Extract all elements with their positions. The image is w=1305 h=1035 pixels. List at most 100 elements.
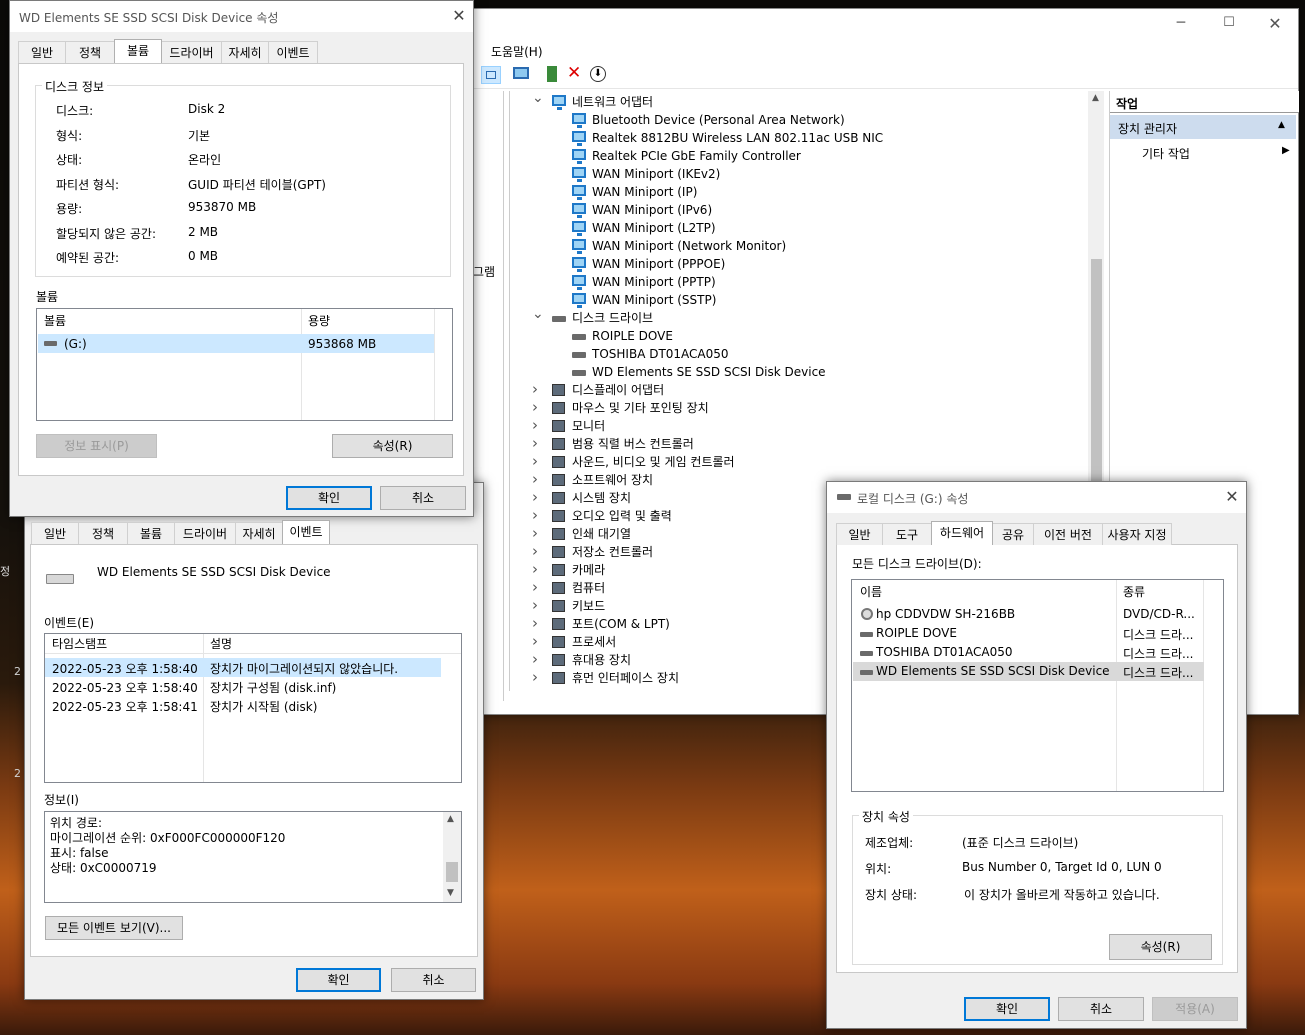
tree-item[interactable]: TOSHIBA DT01ACA050 [510,345,1080,363]
ok-button[interactable]: 확인 [286,486,372,510]
event-row[interactable]: 2022-05-23 오후 1:58:40 장치가 구성됨 (disk.inf) [45,677,441,696]
expand-chevron-icon[interactable]: › [532,614,538,632]
tree-item[interactable]: › 모니터 [510,416,1080,435]
tree-item[interactable]: › 디스플레이 어댑터 [510,380,1080,399]
maximize-icon[interactable]: ☐ [1219,15,1239,33]
drive-row[interactable]: TOSHIBA DT01ACA050 디스크 드라... [853,643,1204,662]
drive-row[interactable]: hp CDDVDW SH-216BB DVD/CD-R... [853,605,1204,624]
tree-item[interactable]: ⌄ 디스크 드라이브 [510,306,1080,327]
tab-2[interactable]: 하드웨어 [931,521,993,545]
uninstall-icon[interactable]: ✕ [567,63,581,83]
tree-item[interactable]: WAN Miniport (Network Monitor) [510,237,1080,255]
col-volume[interactable]: 볼륨 [44,314,66,328]
tab-4[interactable]: 자세히 [221,41,269,63]
tab-0[interactable]: 일반 [836,523,883,545]
expand-chevron-icon[interactable]: › [532,542,538,560]
expand-chevron-icon[interactable]: › [532,416,538,434]
info-textbox[interactable]: 위치 경로: 마이그레이션 순위: 0xF000FC000000F120 표시: f… [44,811,462,903]
scroll-down-icon[interactable]: ▼ [447,888,454,898]
expand-chevron-icon[interactable]: › [532,650,538,668]
ok-button[interactable]: 확인 [964,997,1050,1021]
tree-item[interactable]: WAN Miniport (IPv6) [510,201,1080,219]
tab-3[interactable]: 공유 [992,523,1034,545]
expand-chevron-icon[interactable]: › [532,488,538,506]
tab-5[interactable]: 이벤트 [282,520,330,544]
tab-1[interactable]: 도구 [882,523,932,545]
menu-help[interactable]: 도움말(H) [491,43,543,60]
ok-button[interactable]: 확인 [296,968,381,992]
tree-item[interactable]: WAN Miniport (PPPOE) [510,255,1080,273]
col-time[interactable]: 타임스탬프 [52,637,107,651]
tab-4[interactable]: 이전 버전 [1033,523,1103,545]
info-scrollbar[interactable]: ▲ ▼ [443,812,461,902]
tree-item[interactable]: WAN Miniport (IP) [510,183,1080,201]
tab-1[interactable]: 정책 [78,522,128,544]
tree-item[interactable]: WAN Miniport (SSTP) [510,291,1080,309]
actions-item-more[interactable]: 기타 작업 ▶ [1110,141,1296,163]
drive-row[interactable]: ROIPLE DOVE 디스크 드라... [853,624,1204,643]
tree-item[interactable]: WD Elements SE SSD SCSI Disk Device [510,363,1080,381]
tree-item[interactable]: WAN Miniport (IKEv2) [510,165,1080,183]
monitor-icon[interactable] [513,67,529,79]
expand-chevron-icon[interactable]: ⌄ [532,91,544,107]
tree-item[interactable]: WAN Miniport (L2TP) [510,219,1080,237]
close-icon[interactable]: ✕ [450,6,468,26]
col-name[interactable]: 이름 [860,585,882,599]
cancel-button[interactable]: 취소 [380,486,466,510]
properties-button[interactable]: 속성(R) [1109,934,1212,960]
tab-3[interactable]: 드라이버 [174,522,236,544]
download-icon[interactable]: ⬇ [590,66,606,82]
expand-chevron-icon[interactable]: ⌄ [532,305,544,323]
tab-1[interactable]: 정책 [65,41,115,63]
expand-chevron-icon[interactable]: › [532,596,538,614]
view-icon[interactable] [481,66,501,84]
tree-item[interactable]: Bluetooth Device (Personal Area Network) [510,111,1080,129]
tab-0[interactable]: 일반 [31,522,79,544]
event-row[interactable]: 2022-05-23 오후 1:58:41 장치가 시작됨 (disk) [45,696,441,715]
tree-item[interactable]: ROIPLE DOVE [510,327,1080,345]
show-info-button[interactable]: 정보 표시(P) [36,434,157,458]
expand-chevron-icon[interactable]: › [532,524,538,542]
close-icon[interactable]: ✕ [1265,14,1285,34]
tab-5[interactable]: 사용자 지정 [1102,523,1172,545]
expand-chevron-icon[interactable]: › [532,668,538,686]
event-row[interactable]: 2022-05-23 오후 1:58:40 장치가 마이그레이션되지 않았습니다. [45,658,441,677]
expand-chevron-icon[interactable]: › [532,452,538,470]
tab-0[interactable]: 일반 [18,41,66,63]
minimize-icon[interactable]: ─ [1171,15,1191,33]
actions-section[interactable]: 장치 관리자 ▲ [1110,115,1296,139]
expand-chevron-icon[interactable]: › [532,434,538,452]
scroll-up-icon[interactable]: ▲ [1092,93,1099,103]
tab-5[interactable]: 이벤트 [268,41,318,63]
view-all-events-button[interactable]: 모든 이벤트 보기(V)... [45,916,183,940]
tree-item[interactable]: › 마우스 및 기타 포인팅 장치 [510,398,1080,417]
drive-row[interactable]: WD Elements SE SSD SCSI Disk Device 디스크 드… [853,662,1204,681]
col-desc[interactable]: 설명 [210,637,232,651]
cancel-button[interactable]: 취소 [1058,997,1144,1021]
volume-row[interactable]: (G:) 953868 MB [38,334,434,353]
cancel-button[interactable]: 취소 [391,968,476,992]
tab-2[interactable]: 볼륨 [114,39,162,63]
tree-item[interactable]: › 범용 직렬 버스 컨트롤러 [510,434,1080,453]
tab-3[interactable]: 드라이버 [161,41,222,63]
scroll-up-icon[interactable]: ▲ [447,814,454,824]
expand-chevron-icon[interactable]: › [532,632,538,650]
close-icon[interactable]: ✕ [1223,487,1241,507]
expand-chevron-icon[interactable]: › [532,506,538,524]
collapse-icon[interactable]: ▲ [1278,120,1285,130]
scroll-thumb[interactable] [1091,259,1102,491]
tree-item[interactable]: › 사운드, 비디오 및 게임 컨트롤러 [510,452,1080,471]
expand-chevron-icon[interactable]: › [532,578,538,596]
properties-button[interactable]: 속성(R) [332,434,453,458]
expand-chevron-icon[interactable]: › [532,560,538,578]
col-capacity[interactable]: 용량 [308,314,330,328]
update-driver-icon[interactable] [547,66,557,82]
tree-item[interactable]: ⌄ 네트워크 어댑터 [510,91,1080,111]
expand-chevron-icon[interactable]: › [532,470,538,488]
tab-2[interactable]: 볼륨 [127,522,175,544]
col-type[interactable]: 종류 [1123,585,1145,599]
tree-item[interactable]: WAN Miniport (PPTP) [510,273,1080,291]
expand-chevron-icon[interactable]: › [532,398,538,416]
tree-item[interactable]: Realtek PCIe GbE Family Controller [510,147,1080,165]
tree-item[interactable]: Realtek 8812BU Wireless LAN 802.11ac USB… [510,129,1080,147]
